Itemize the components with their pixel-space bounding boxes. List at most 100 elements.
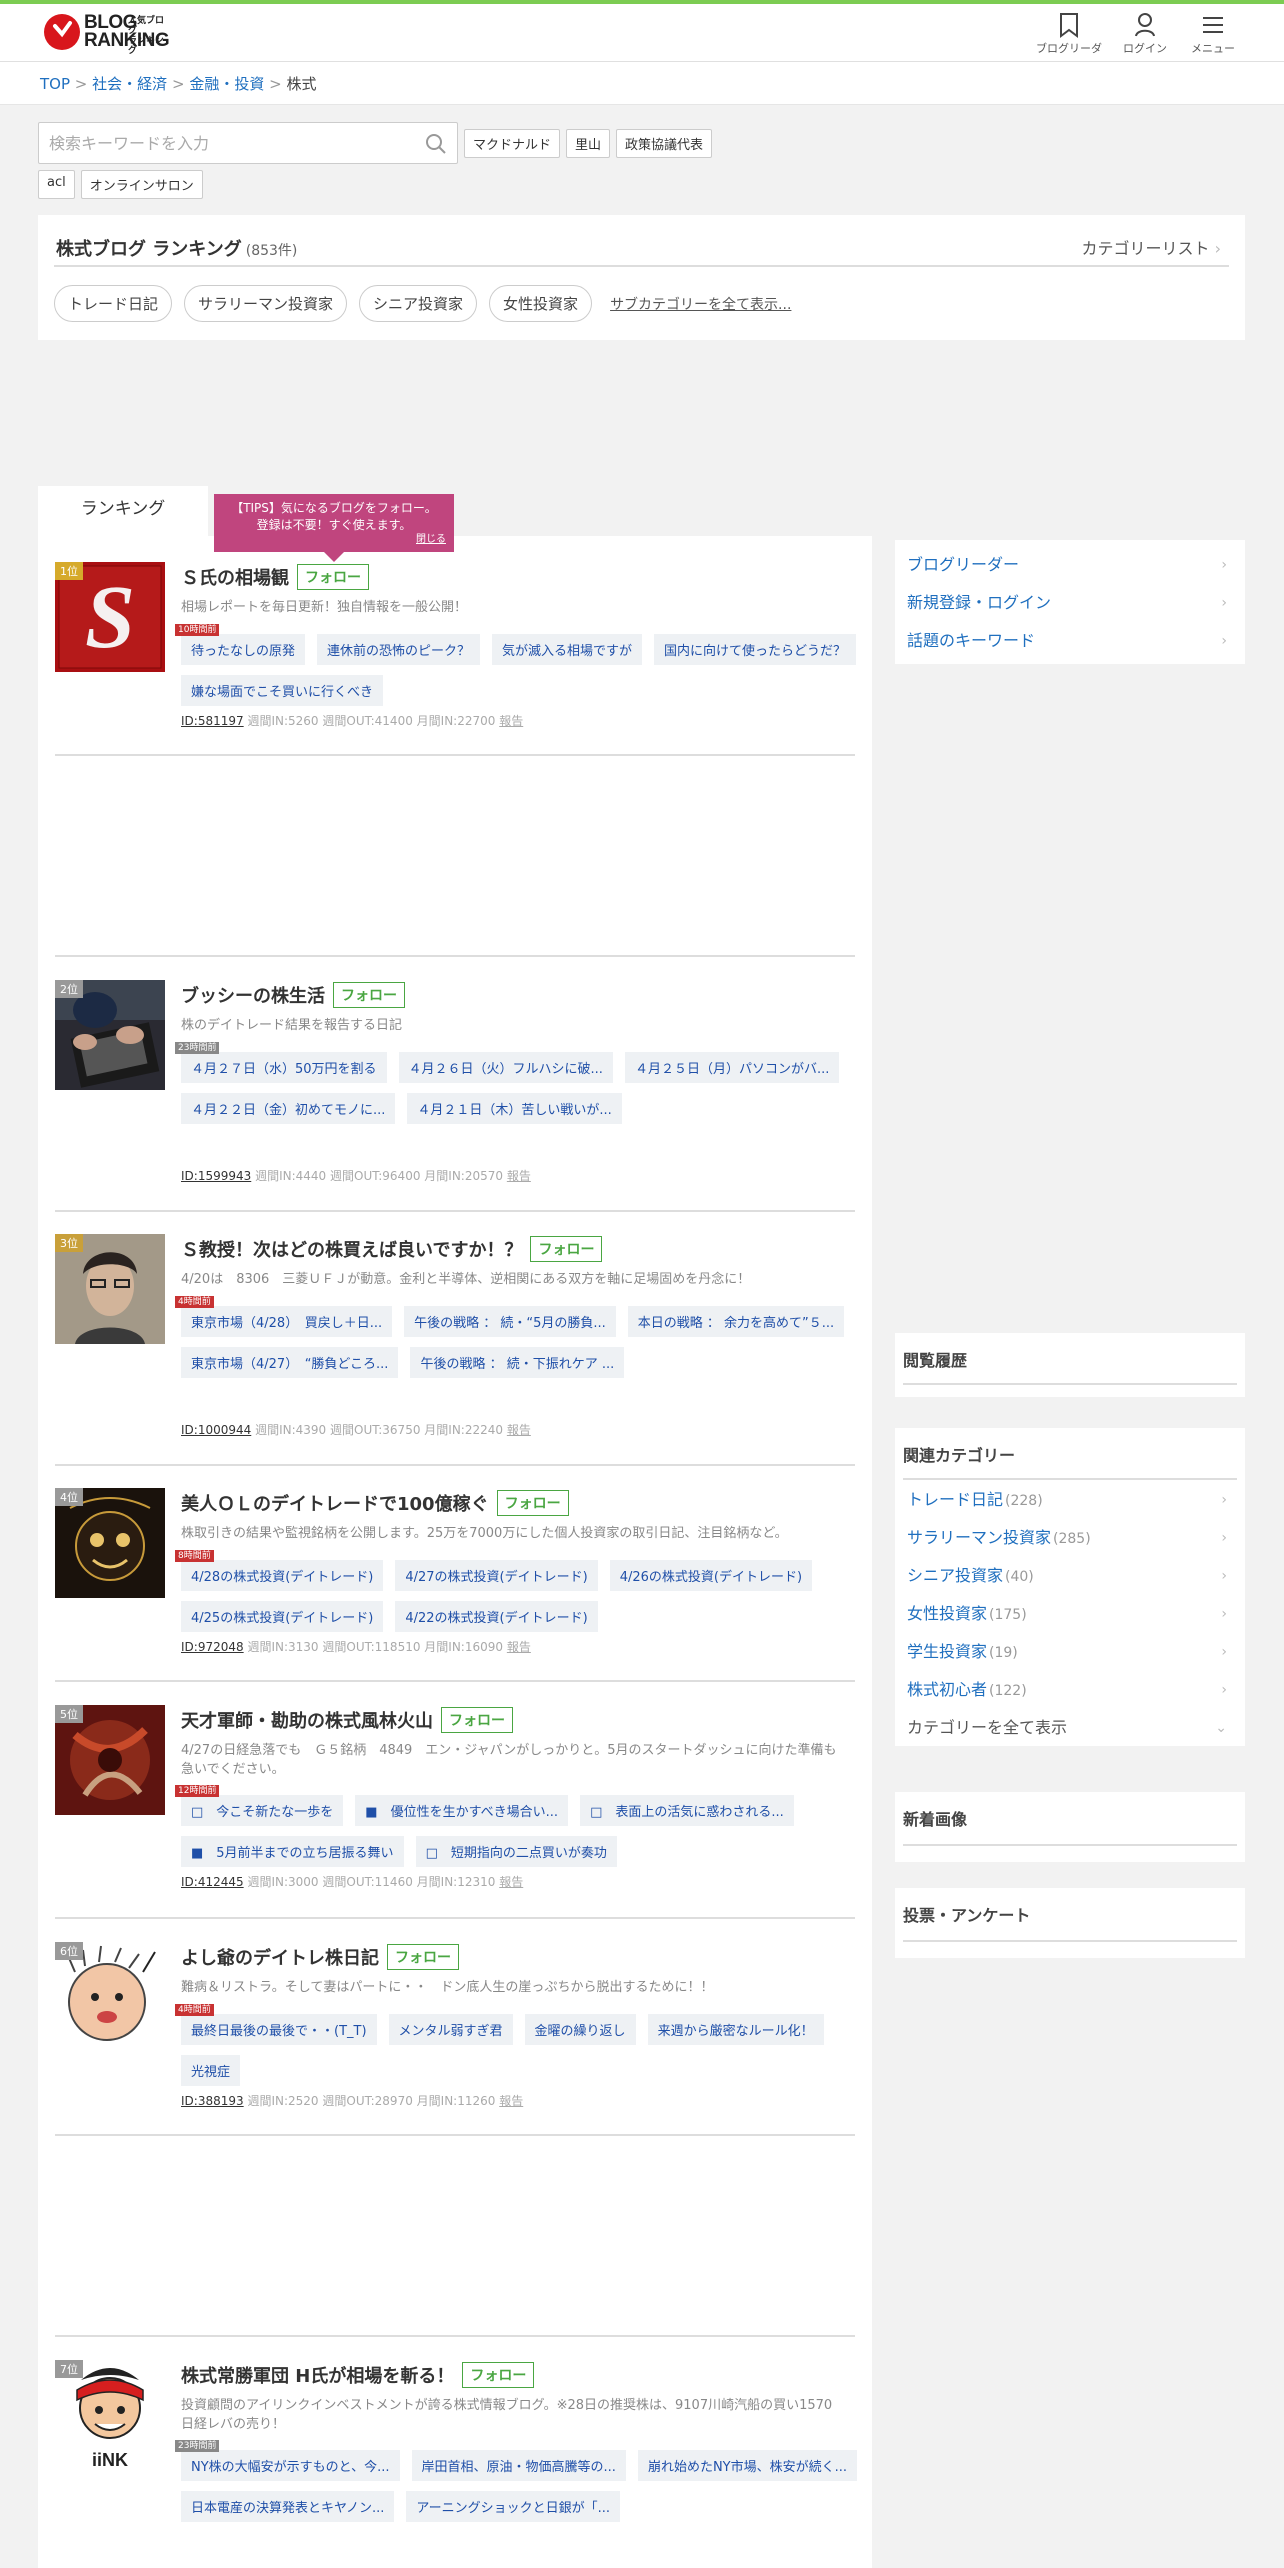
search-input[interactable] [39, 123, 409, 163]
article-link[interactable]: □ 今こそ新たな一歩を [181, 1795, 344, 1826]
article-link[interactable]: 待ったなしの原発 [181, 634, 306, 665]
keyword-tag[interactable]: マクドナルド [464, 128, 561, 158]
related-category-link[interactable]: 株式初心者 (122) › [895, 1671, 1245, 1709]
article-link[interactable]: 来週から厳密なルール化！ [647, 2014, 824, 2045]
article-link[interactable]: ４月２７日（水）50万円を割る [181, 1052, 387, 1083]
blog-title[interactable]: 天才軍師・勘助の株式風林火山 フォロー [181, 1707, 513, 1733]
menu-button[interactable]: メニュー [1178, 12, 1248, 56]
report-link[interactable]: 報告 [507, 1169, 531, 1183]
follow-button[interactable]: フォロー [441, 1707, 513, 1733]
blog-id-link[interactable]: ID:412445 [181, 1875, 244, 1889]
tips-close-link[interactable]: 閉じる [416, 534, 446, 546]
breadcrumb-finance[interactable]: 金融・投資 [189, 75, 264, 93]
report-link[interactable]: 報告 [499, 1875, 523, 1889]
blog-id-link[interactable]: ID:388193 [181, 2094, 244, 2108]
article-link[interactable]: メンタル弱すぎ君 [388, 2014, 513, 2045]
article-link[interactable]: ■ 5月前半までの立ち居振る舞い [181, 1836, 404, 1867]
tab-ranking[interactable]: ランキング [38, 486, 208, 538]
article-link[interactable]: 連休前の恐怖のピーク？ [317, 634, 481, 665]
follow-button[interactable]: フォロー [530, 1236, 603, 1262]
article-link[interactable]: 国内に向けて使ったらどうだ？ [654, 634, 857, 665]
ranking-count: (853件) [245, 243, 298, 259]
article-list: 待ったなしの原発 連休前の恐怖のピーク？ 気が滅入る相場ですが 国内に向けて使っ… [181, 634, 871, 716]
follow-button[interactable]: フォロー [333, 982, 405, 1008]
related-category-link[interactable]: サラリーマン投資家 (285) › [895, 1519, 1245, 1557]
show-all-subcategories-link[interactable]: サブカテゴリーを全て表示... [610, 294, 791, 314]
article-link[interactable]: 光視症 [181, 2055, 241, 2086]
article-link[interactable]: 東京市場（4/28） 買戻し＋日... [181, 1306, 393, 1337]
subcategory-pill[interactable]: トレード日記 [54, 285, 173, 322]
article-link[interactable]: 4/25の株式投資(デイトレード) [181, 1601, 384, 1632]
related-category-link[interactable]: トレード日記 (228) › [895, 1481, 1245, 1519]
article-link[interactable]: ４月２１日（木）苦しい戦いが... [407, 1093, 622, 1124]
keyword-tag[interactable]: オンラインサロン [80, 170, 203, 199]
breadcrumb-society-economy[interactable]: 社会・経済 [92, 75, 167, 93]
show-all-categories-link[interactable]: カテゴリーを全て表示 ⌄ [895, 1709, 1245, 1747]
blog-title[interactable]: ブッシーの株生活 フォロー [181, 982, 405, 1008]
blog-description: 投資顧問のアイリンクインベストメントが誇る株式情報ブログ。※28日の推奨株は、9… [181, 2398, 833, 2432]
blog-id-link[interactable]: ID:972048 [181, 1640, 244, 1654]
article-link[interactable]: 気が滅入る相場ですが [492, 634, 643, 665]
blog-title[interactable]: Ｓ教授！次はどの株買えば良いですか！？ フォロー [181, 1236, 603, 1262]
follow-button[interactable]: フォロー [462, 2362, 535, 2388]
article-link[interactable]: □ 表面上の活気に惑わされる... [580, 1795, 794, 1826]
login-button[interactable]: ログイン [1110, 12, 1180, 56]
breadcrumb-top[interactable]: TOP [40, 75, 70, 93]
follow-button[interactable]: フォロー [297, 564, 369, 590]
blog-title[interactable]: よし爺のデイトレ株日記 フォロー [181, 1944, 459, 1970]
article-link[interactable]: 4/26の株式投資(デイトレード) [609, 1560, 813, 1591]
article-link[interactable]: 東京市場（4/27） “勝負どころ... [181, 1347, 399, 1378]
subcategory-pill[interactable]: サラリーマン投資家 [184, 285, 348, 322]
article-link[interactable]: 金曜の繰り返し [524, 2014, 636, 2045]
article-link[interactable]: NY株の大幅安が示すものと、今... [181, 2450, 400, 2481]
report-link[interactable]: 報告 [499, 2094, 523, 2108]
article-link[interactable]: 最終日最後の最後で・・(T_T) [181, 2014, 377, 2045]
ranking-title: 株式ブログ ランキング (853件) [56, 239, 298, 260]
subcategory-pill[interactable]: シニア投資家 [359, 285, 478, 322]
sidebar-signup-login-link[interactable]: 新規登録・ログイン › [895, 584, 1245, 622]
article-list: 4/28の株式投資(デイトレード) 4/27の株式投資(デイトレード) 4/26… [181, 1560, 871, 1642]
related-category-link[interactable]: シニア投資家 (40) › [895, 1557, 1245, 1595]
article-link[interactable]: 日本電産の決算発表とキヤノン... [181, 2491, 395, 2522]
article-link[interactable]: 4/22の株式投資(デイトレード) [395, 1601, 598, 1632]
article-link[interactable]: 午後の戦略 ： 続・“5月の勝負... [404, 1306, 616, 1337]
top-header: BLOG RANKING 人気ブログ ランキング ブログリーダー ログイン メニ… [0, 0, 1284, 71]
article-link[interactable]: 岸田首相、原油・物価高騰等の... [411, 2450, 626, 2481]
report-link[interactable]: 報告 [507, 1423, 531, 1437]
subcategory-pill[interactable]: 女性投資家 [489, 285, 593, 322]
sidebar-trending-keywords-link[interactable]: 話題のキーワード › [895, 622, 1245, 660]
report-link[interactable]: 報告 [499, 714, 523, 728]
blog-title[interactable]: Ｓ氏の相場観 フォロー [181, 564, 369, 590]
article-link[interactable]: ４月２６日（火）フルハシに破... [398, 1052, 613, 1083]
article-link[interactable]: ４月２５日（月）パソコンがバ... [624, 1052, 840, 1083]
blog-id-link[interactable]: ID:1599943 [181, 1169, 251, 1183]
article-link[interactable]: ４月２２日（金）初めてモノに... [181, 1093, 396, 1124]
related-category-link[interactable]: 女性投資家 (175) › [895, 1595, 1245, 1633]
blog-title[interactable]: 株式常勝軍団 H氏が相場を斬る！ フォロー [181, 2362, 535, 2388]
follow-button[interactable]: フォロー [496, 1490, 569, 1516]
search-icon[interactable] [425, 133, 447, 159]
keyword-tag[interactable]: 政策協議代表 [616, 128, 713, 158]
article-link[interactable]: アーニングショックと日銀が「... [406, 2491, 620, 2522]
report-link[interactable]: 報告 [507, 1640, 531, 1654]
sidebar-history: 閲覧履歴 [895, 1333, 1245, 1397]
article-link[interactable]: 午後の戦略 ： 続・下振れケア ... [410, 1347, 625, 1378]
keyword-tag[interactable]: 里山 [566, 128, 611, 158]
follow-button[interactable]: フォロー [387, 1944, 459, 1970]
category-list-link[interactable]: カテゴリーリスト › [1081, 235, 1221, 259]
article-link[interactable]: □ 短期指向の二点買いが奏功 [415, 1836, 617, 1867]
article-link[interactable]: 4/28の株式投資(デイトレード) [181, 1560, 384, 1591]
sidebar-blog-reader-link[interactable]: ブログリーダー › [895, 546, 1245, 584]
article-link[interactable]: 嫌な場面でこそ買いに行くべき [181, 675, 384, 706]
related-category-link[interactable]: 学生投資家 (19) › [895, 1633, 1245, 1671]
keyword-tag[interactable]: acl [38, 170, 75, 199]
blog-title[interactable]: 美人ＯＬのデイトレードで100億稼ぐ フォロー [181, 1490, 569, 1516]
ranking-entry: iiNK 7位 株式常勝軍団 H氏が相場を斬る！ フォロー 投資顧問のアイリンクイ… [55, 2360, 858, 2568]
site-logo[interactable]: BLOG RANKING 人気ブログ ランキング [44, 13, 170, 56]
article-link[interactable]: ■ 優位性を生かすべき場合い... [355, 1795, 569, 1826]
article-link[interactable]: 本日の戦略 ： 余力を高めて”５... [627, 1306, 845, 1337]
article-link[interactable]: 4/27の株式投資(デイトレード) [395, 1560, 598, 1591]
article-link[interactable]: 崩れ始めたNY市場、株安が続く... [637, 2450, 858, 2481]
blog-id-link[interactable]: ID:1000944 [181, 1423, 251, 1437]
blog-id-link[interactable]: ID:581197 [181, 714, 244, 728]
